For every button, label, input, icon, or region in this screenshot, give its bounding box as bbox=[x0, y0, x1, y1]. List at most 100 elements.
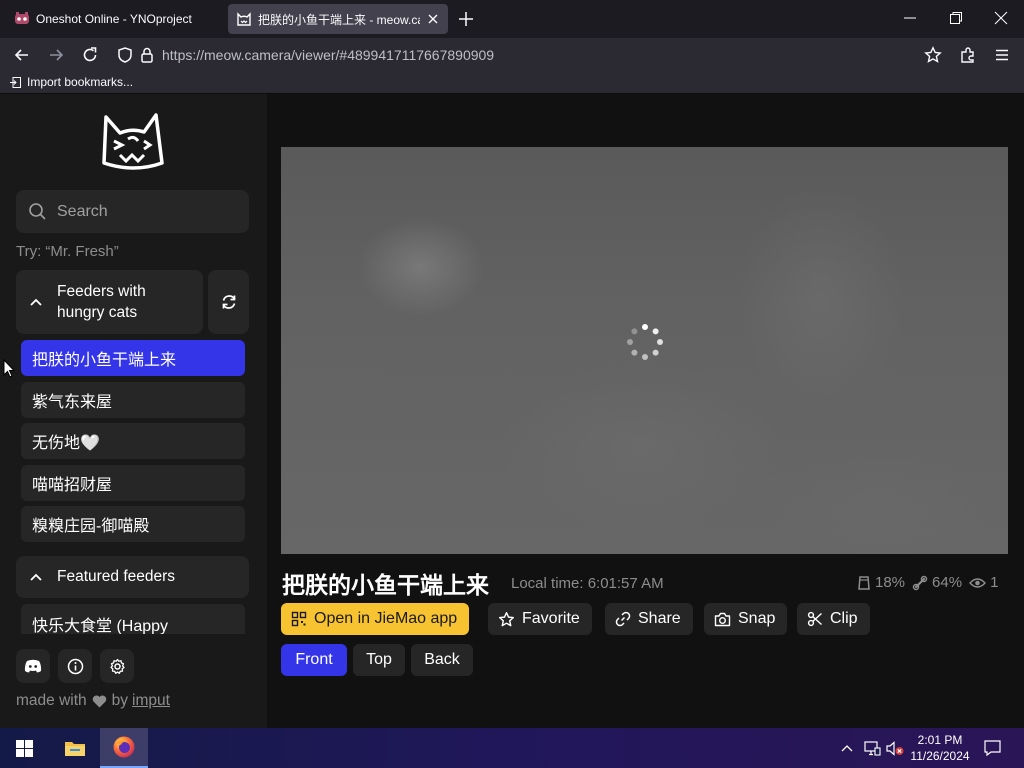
camera-tab-top[interactable]: Top bbox=[353, 644, 405, 676]
star-icon bbox=[498, 611, 522, 628]
camera-tab-label: Top bbox=[366, 651, 392, 668]
gear-icon bbox=[109, 658, 126, 675]
featured-feeder-item[interactable]: 快乐大食堂 (Happy bbox=[21, 604, 245, 634]
file-explorer-button[interactable] bbox=[52, 728, 98, 768]
feeder-item[interactable]: 紫气东来屋 bbox=[21, 382, 245, 418]
refresh-button[interactable] bbox=[208, 270, 249, 334]
restore-icon[interactable] bbox=[948, 10, 964, 26]
bookmark-star-icon[interactable] bbox=[924, 46, 942, 64]
by-text: by bbox=[111, 692, 129, 709]
folder-icon bbox=[64, 739, 86, 757]
camera-tab-back[interactable]: Back bbox=[411, 644, 473, 676]
author-link[interactable]: imput bbox=[132, 692, 170, 710]
clock-date: 11/26/2024 bbox=[910, 749, 970, 763]
discord-button[interactable] bbox=[16, 649, 50, 683]
minimize-icon[interactable] bbox=[902, 10, 918, 26]
search-box[interactable] bbox=[16, 190, 249, 233]
windows-taskbar: 2:01 PM 11/26/2024 bbox=[0, 728, 1024, 768]
start-button[interactable] bbox=[0, 728, 48, 768]
browser-tabstrip: Oneshot Online - YNOproject 把朕的小鱼干端上来 - … bbox=[0, 0, 1024, 38]
info-button[interactable] bbox=[58, 649, 92, 683]
sidebar: Try: “Mr. Fresh” Feeders with hungry cat… bbox=[0, 94, 267, 728]
search-input[interactable] bbox=[57, 202, 237, 221]
snap-button[interactable]: Snap bbox=[704, 603, 788, 635]
reload-icon[interactable] bbox=[81, 46, 99, 64]
address-bar[interactable]: https://meow.camera/viewer/#489941711766… bbox=[162, 47, 494, 63]
viewers-number: 1 bbox=[990, 574, 999, 591]
close-window-icon[interactable] bbox=[993, 10, 1009, 26]
volume-icon-button[interactable] bbox=[884, 728, 906, 768]
clock-time: 2:01 PM bbox=[917, 733, 963, 747]
clip-button[interactable]: Clip bbox=[797, 603, 870, 635]
loading-spinner-icon bbox=[627, 324, 663, 360]
search-suggestion: Try: “Mr. Fresh” bbox=[16, 243, 119, 260]
local-time: Local time: 6:01:57 AM bbox=[511, 575, 664, 592]
forward-icon[interactable] bbox=[47, 46, 65, 64]
feeder-label: 无伤地🤍 bbox=[32, 435, 100, 452]
tab-meow-camera[interactable]: 把朕的小鱼干端上来 - meow.camera bbox=[228, 4, 448, 34]
camera-tab-label: Back bbox=[424, 651, 460, 668]
heart-icon bbox=[92, 695, 107, 708]
made-with-footer: made with by imput bbox=[16, 692, 170, 710]
import-bookmarks-label: Import bookmarks... bbox=[27, 75, 134, 89]
group-header-hungry-cats[interactable]: Feeders with hungry cats bbox=[16, 270, 203, 334]
action-center-button[interactable] bbox=[978, 728, 1006, 768]
meow-camera-logo[interactable] bbox=[98, 111, 168, 173]
camera-icon bbox=[714, 612, 738, 627]
yno-icon bbox=[14, 11, 30, 27]
menu-icon[interactable] bbox=[993, 46, 1011, 64]
paw-icon bbox=[912, 575, 932, 591]
group-header-featured[interactable]: Featured feeders bbox=[16, 556, 249, 598]
tab-ynoproject[interactable]: Oneshot Online - YNOproject bbox=[6, 4, 224, 34]
close-tab-icon[interactable] bbox=[426, 12, 440, 26]
favorite-button[interactable]: Favorite bbox=[488, 603, 592, 635]
made-with-text: made with bbox=[16, 692, 87, 709]
volume-muted-icon bbox=[886, 740, 904, 756]
back-icon[interactable] bbox=[13, 46, 31, 64]
feeder-item[interactable]: 喵喵招财屋 bbox=[21, 465, 245, 501]
food-bag-icon bbox=[857, 575, 875, 591]
system-clock[interactable]: 2:01 PM 11/26/2024 bbox=[906, 732, 974, 764]
clip-label: Clip bbox=[830, 610, 858, 627]
import-icon bbox=[9, 76, 27, 89]
lock-icon[interactable] bbox=[138, 46, 156, 64]
camera-stream[interactable] bbox=[281, 147, 1008, 554]
shield-icon[interactable] bbox=[116, 46, 134, 64]
eye-icon bbox=[969, 577, 990, 589]
cat-activity: 64% bbox=[912, 574, 962, 591]
feeder-item[interactable]: 无伤地🤍 bbox=[21, 423, 245, 459]
network-icon bbox=[863, 740, 881, 756]
discord-icon bbox=[24, 659, 42, 673]
firefox-icon bbox=[112, 735, 136, 759]
mouse-cursor-icon bbox=[3, 359, 15, 378]
bookmarks-toolbar: Import bookmarks... bbox=[0, 72, 1024, 94]
import-bookmarks-link[interactable]: Import bookmarks... bbox=[9, 75, 133, 89]
tab-title: Oneshot Online - YNOproject bbox=[36, 12, 192, 26]
favorite-label: Favorite bbox=[522, 610, 580, 627]
info-icon bbox=[67, 658, 84, 675]
show-hidden-icons[interactable] bbox=[838, 728, 856, 768]
open-app-label: Open in JieMao app bbox=[314, 610, 458, 627]
scissors-icon bbox=[807, 611, 830, 627]
new-tab-icon[interactable] bbox=[457, 10, 475, 28]
camera-tab-front[interactable]: Front bbox=[281, 644, 347, 676]
extensions-icon[interactable] bbox=[959, 46, 977, 64]
qr-code-icon bbox=[291, 611, 314, 627]
feeder-item[interactable]: 糗糗庄园-御喵殿 bbox=[21, 506, 245, 542]
link-icon bbox=[615, 611, 638, 627]
feeder-label: 快乐大食堂 (Happy bbox=[32, 618, 169, 634]
stream-title: 把朕的小鱼干端上来 bbox=[282, 572, 489, 598]
feeder-item[interactable]: 把朕的小鱼干端上来 bbox=[21, 340, 245, 376]
group-title: Feeders with hungry cats bbox=[57, 283, 146, 321]
settings-button[interactable] bbox=[100, 649, 134, 683]
firefox-taskbar-button[interactable] bbox=[100, 728, 148, 768]
open-app-button[interactable]: Open in JieMao app bbox=[281, 603, 470, 635]
viewer-count: 1 bbox=[969, 574, 998, 591]
chevron-up-icon bbox=[29, 295, 43, 309]
share-button[interactable]: Share bbox=[605, 603, 693, 635]
url-path: /viewer/#4899417117667890909 bbox=[291, 47, 495, 63]
search-icon bbox=[28, 202, 47, 221]
food-percent: 18% bbox=[875, 574, 906, 591]
network-icon-button[interactable] bbox=[861, 728, 883, 768]
group-title: Featured feeders bbox=[57, 568, 176, 585]
